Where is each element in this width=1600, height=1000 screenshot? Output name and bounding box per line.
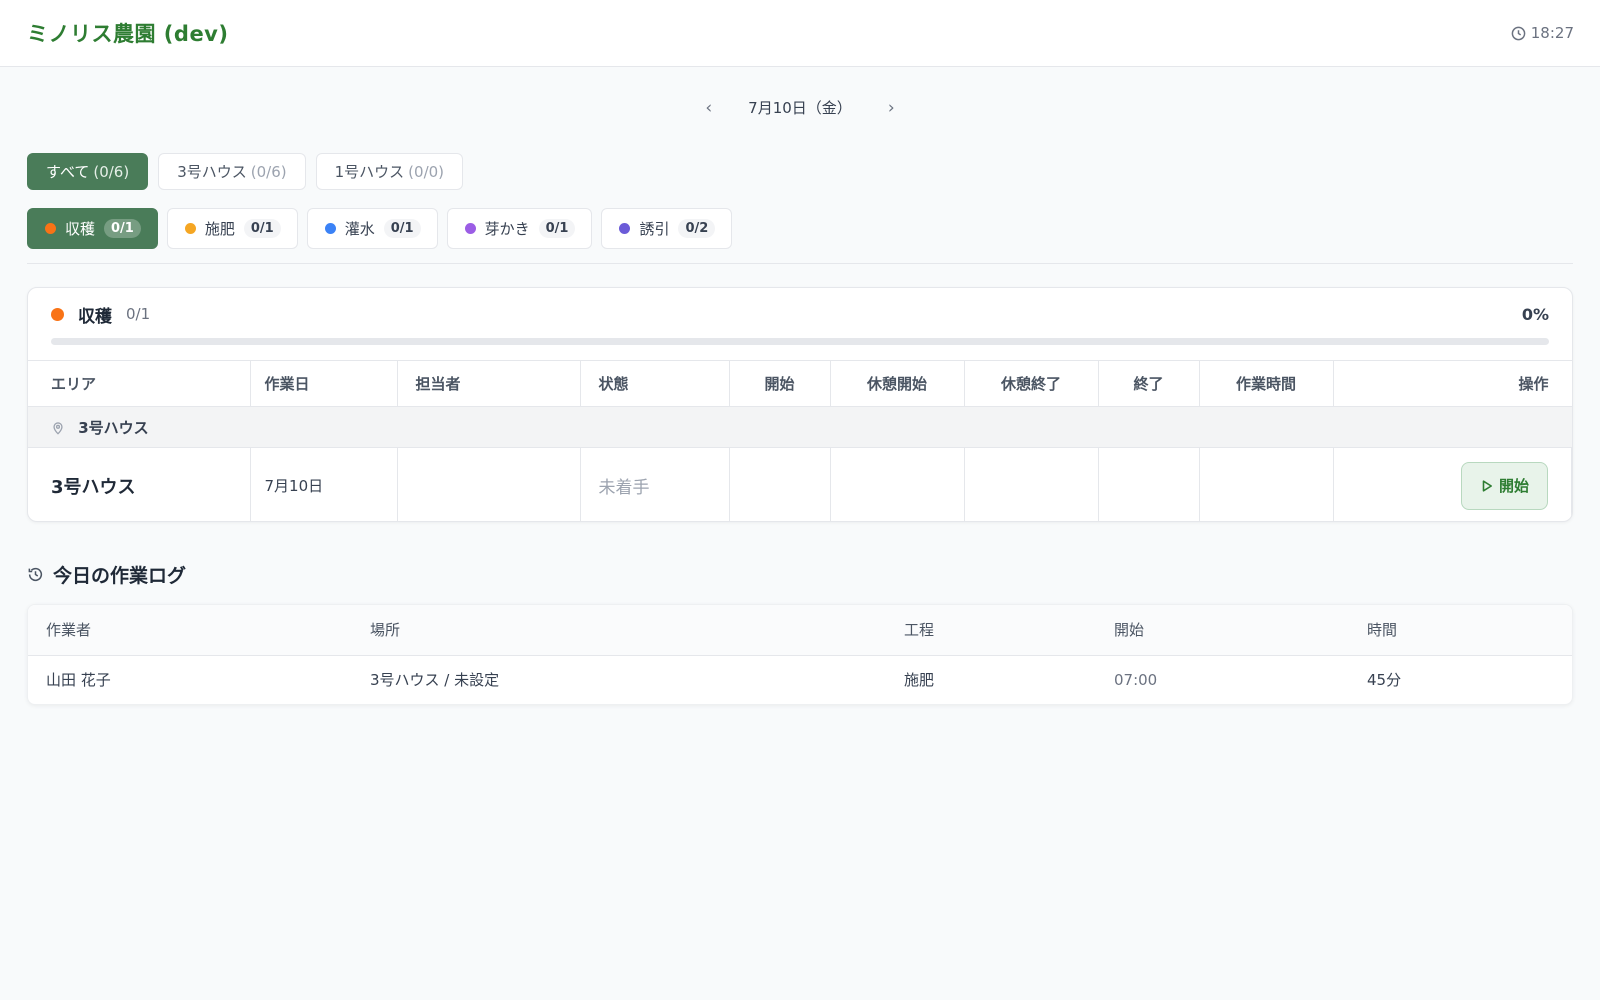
column-header: 担当者 xyxy=(397,360,581,407)
cell-elapsed-time: 45分 xyxy=(1367,671,1402,690)
task-color-dot xyxy=(45,223,56,234)
house-filter-tabs: すべて (0/6) 3号ハウス (0/6) 1号ハウス (0/0) xyxy=(27,153,464,190)
task-tab-label: 芽かき xyxy=(484,220,530,238)
cell-process: 施肥 xyxy=(904,671,935,690)
column-header: 作業日 xyxy=(250,360,398,407)
task-type-tabs: 収穫 0/1 施肥 0/1 灌水 0/1 芽かき 0/1 誘引 0/2 xyxy=(27,208,733,249)
history-icon xyxy=(28,567,43,582)
task-tab-disbudding[interactable]: 芽かき 0/1 xyxy=(446,208,593,249)
task-color-dot xyxy=(324,223,336,234)
cell-break-start xyxy=(830,447,965,521)
cell-date: 7月10日 xyxy=(250,447,398,521)
work-log-title: 今日の作業ログ xyxy=(53,565,187,587)
task-color-dot xyxy=(464,223,476,234)
current-date: 7月10日（金） xyxy=(748,99,852,117)
task-color-dot xyxy=(619,223,631,234)
column-header: 開始 xyxy=(1096,605,1349,656)
start-task-button[interactable]: 開始 xyxy=(1460,461,1548,510)
house-tab-count: (0/6) xyxy=(93,162,130,181)
task-card-percent: 0% xyxy=(1521,304,1549,324)
column-header: 場所 xyxy=(352,605,886,656)
cell-end xyxy=(1098,447,1200,521)
task-tab-irrigate[interactable]: 灌水 0/1 xyxy=(306,208,438,249)
current-time: 18:27 xyxy=(1530,24,1574,42)
house-tab-count: (0/6) xyxy=(250,162,287,181)
column-header: 作業時間 xyxy=(1199,360,1334,407)
task-tab-label: 施肥 xyxy=(204,220,235,238)
cell-worker: 山田 花子 xyxy=(46,671,111,690)
task-table: エリア 作業日 担当者 状態 開始 休憩開始 休憩終了 終了 作業時間 操作 3… xyxy=(28,360,1572,521)
column-header: 状態 xyxy=(580,360,730,407)
cell-start xyxy=(729,447,831,521)
task-card-header: 収穫 0/1 0% xyxy=(28,288,1572,360)
work-log-table: 作業者 場所 工程 開始 時間 山田 花子 3号ハウス / 未設定 施肥 07:… xyxy=(28,605,1572,704)
column-header: 時間 xyxy=(1349,605,1572,656)
task-tab-label: 誘引 xyxy=(639,220,670,238)
area-group-label: 3号ハウス xyxy=(78,418,149,437)
house-tab-label: 1号ハウス xyxy=(334,163,405,181)
clock: 18:27 xyxy=(1511,24,1574,42)
task-tab-fertilize[interactable]: 施肥 0/1 xyxy=(166,208,298,249)
task-card-count: 0/1 xyxy=(126,305,151,323)
column-header: 休憩開始 xyxy=(830,360,965,407)
task-tab-harvest[interactable]: 収穫 0/1 xyxy=(27,208,158,249)
task-color-dot xyxy=(51,307,64,321)
play-icon xyxy=(1482,480,1492,492)
column-header: 作業者 xyxy=(28,605,352,656)
clock-icon xyxy=(1511,26,1526,40)
prev-date-button[interactable]: ‹ xyxy=(701,98,716,118)
house-tab-house-1[interactable]: 1号ハウス (0/0) xyxy=(315,153,464,190)
cell-place: 3号ハウス / 未設定 xyxy=(370,671,500,690)
task-card-title: 収穫 xyxy=(78,306,112,327)
house-tab-house-3[interactable]: 3号ハウス (0/6) xyxy=(158,153,306,190)
house-tab-label: 3号ハウス xyxy=(177,163,247,181)
cell-assignee xyxy=(397,447,581,521)
column-header: エリア xyxy=(28,360,251,407)
top-bar: ミノリス農園 (dev) 18:27 xyxy=(0,0,1600,67)
start-button-label: 開始 xyxy=(1498,477,1529,496)
work-log-heading: 今日の作業ログ xyxy=(27,561,186,588)
column-header: 操作 xyxy=(1333,360,1572,407)
house-tab-label: すべて xyxy=(46,163,90,181)
house-tab-count: (0/0) xyxy=(408,162,445,181)
cell-status: 未着手 xyxy=(580,447,730,521)
column-header: 工程 xyxy=(886,605,1096,656)
task-tab-label: 収穫 xyxy=(65,220,96,238)
work-log-table-card: 作業者 場所 工程 開始 時間 山田 花子 3号ハウス / 未設定 施肥 07:… xyxy=(27,604,1573,705)
table-row: 3号ハウス 7月10日 未着手 開始 xyxy=(28,447,1572,521)
cell-break-end xyxy=(964,447,1099,521)
app-title: ミノリス農園 (dev) xyxy=(27,22,229,46)
task-tab-count-badge: 0/1 xyxy=(104,219,141,238)
column-header: 開始 xyxy=(729,360,831,407)
column-header: 終了 xyxy=(1098,360,1200,407)
task-table-header: エリア 作業日 担当者 状態 開始 休憩開始 休憩終了 終了 作業時間 操作 xyxy=(28,360,1572,407)
task-tab-training[interactable]: 誘引 0/2 xyxy=(601,208,733,249)
area-group-row: 3号ハウス xyxy=(28,406,1572,448)
work-log-header: 作業者 場所 工程 開始 時間 xyxy=(28,605,1572,656)
task-tab-label: 灌水 xyxy=(344,220,375,238)
cell-duration xyxy=(1199,447,1334,521)
section-divider xyxy=(27,263,1573,264)
table-row: 山田 花子 3号ハウス / 未設定 施肥 07:00 45分 xyxy=(28,655,1572,704)
cell-action: 開始 xyxy=(1333,447,1572,521)
house-tab-all[interactable]: すべて (0/6) xyxy=(27,153,149,190)
task-color-dot xyxy=(184,223,196,234)
task-card-harvest: 収穫 0/1 0% エリア 作業日 担当者 状態 開始 休憩開始 休憩終了 終了… xyxy=(27,287,1573,522)
task-tab-count-badge: 0/1 xyxy=(383,219,421,238)
task-tab-count-badge: 0/1 xyxy=(243,219,281,238)
date-navigator: ‹ 7月10日（金） › xyxy=(0,97,1600,118)
next-date-button[interactable]: › xyxy=(884,98,899,118)
cell-area: 3号ハウス xyxy=(28,447,251,521)
task-progress-bar xyxy=(51,338,1549,345)
task-tab-count-badge: 0/1 xyxy=(538,219,576,238)
column-header: 休憩終了 xyxy=(964,360,1099,407)
location-pin-icon xyxy=(53,421,63,435)
task-tab-count-badge: 0/2 xyxy=(678,219,716,238)
cell-start-time: 07:00 xyxy=(1114,670,1158,689)
